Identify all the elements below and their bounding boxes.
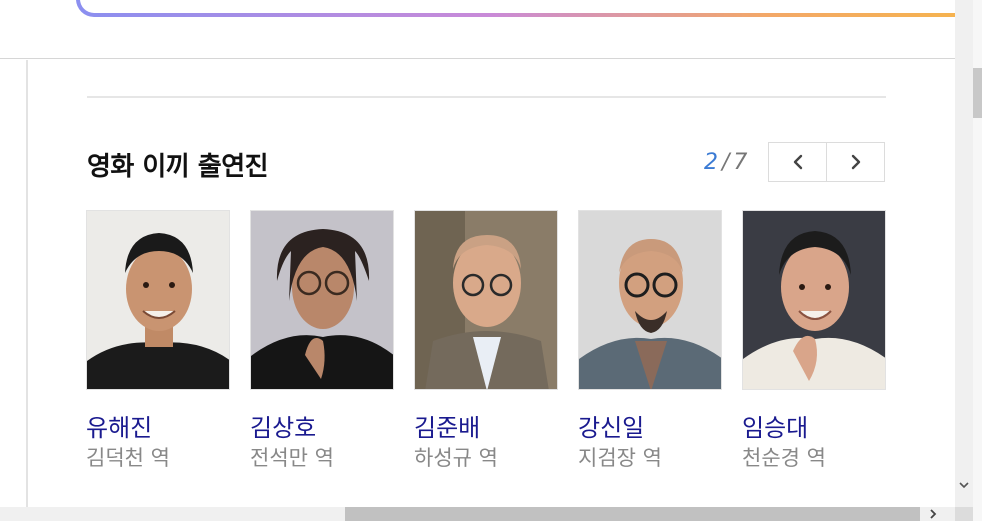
page-indicator: 2/7 (704, 150, 747, 175)
cast-photo[interactable] (578, 210, 722, 390)
prev-page-button[interactable] (768, 142, 827, 182)
cast-item[interactable]: 김상호 전석만 역 (250, 210, 394, 470)
scroll-down-button[interactable] (955, 476, 973, 494)
page-current: 2 (704, 150, 718, 175)
cast-name[interactable]: 강신일 (578, 408, 644, 443)
cast-item[interactable]: 김준배 하성규 역 (414, 210, 558, 470)
horizontal-scrollbar-thumb[interactable] (345, 507, 920, 521)
chevron-down-icon (959, 482, 969, 489)
cast-name[interactable]: 임승대 (742, 408, 808, 443)
page-separator: / (722, 150, 730, 175)
cast-role: 천순경 역 (742, 446, 826, 470)
section-divider (87, 96, 886, 98)
cast-role: 하성규 역 (414, 446, 498, 470)
cast-photo[interactable] (86, 210, 230, 390)
cast-name[interactable]: 김상호 (250, 408, 316, 443)
card-border (26, 60, 28, 507)
scroll-right-button[interactable] (924, 507, 942, 521)
section-title: 영화 이끼 출연진 (87, 152, 269, 182)
next-page-button[interactable] (826, 142, 885, 182)
cast-photo[interactable] (742, 210, 886, 390)
cast-name[interactable]: 김준배 (414, 408, 480, 443)
cast-role: 전석만 역 (250, 446, 334, 470)
vertical-scrollbar-thumb[interactable] (973, 68, 982, 118)
cast-photo[interactable] (414, 210, 558, 390)
cast-role: 김덕천 역 (86, 446, 170, 470)
vertical-scrollbar[interactable] (955, 0, 973, 507)
cast-role: 지검장 역 (578, 446, 662, 470)
page-total: 7 (733, 150, 748, 175)
chevron-right-icon (930, 509, 937, 519)
chevron-left-icon (793, 154, 802, 170)
search-box[interactable] (76, 0, 982, 17)
cast-photo[interactable] (250, 210, 394, 390)
chevron-right-icon (851, 154, 860, 170)
cast-item[interactable]: 임승대 천순경 역 (742, 210, 886, 470)
cast-name[interactable]: 유해진 (86, 408, 152, 443)
scrollbar-corner (955, 507, 973, 521)
search-header-area (0, 0, 982, 59)
cast-item[interactable]: 강신일 지검장 역 (578, 210, 722, 470)
cast-item[interactable]: 유해진 김덕천 역 (86, 210, 230, 470)
